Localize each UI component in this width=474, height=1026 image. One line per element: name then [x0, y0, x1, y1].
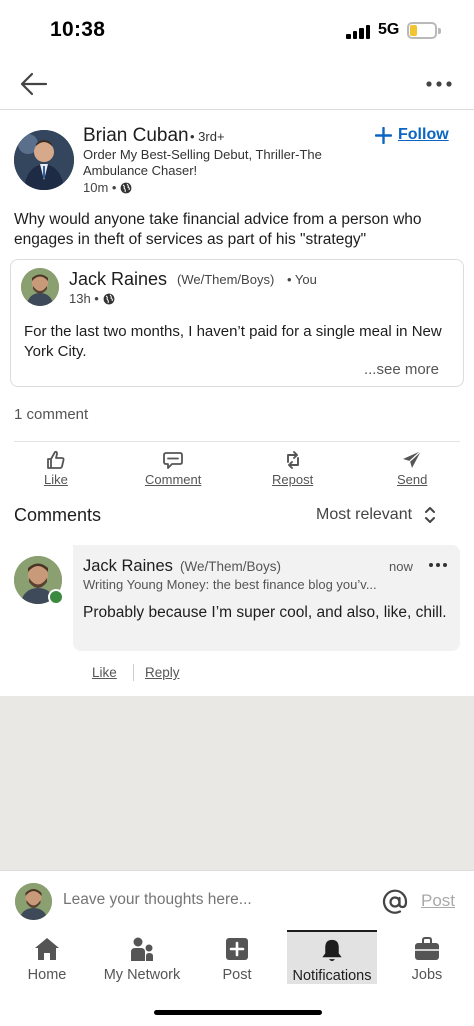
repost-action-label: Repost	[272, 472, 314, 487]
comment-action-button[interactable]: Comment	[145, 449, 201, 487]
tab-post[interactable]: Post	[207, 930, 267, 984]
plus-square-icon	[226, 938, 248, 960]
home-icon	[35, 938, 59, 960]
post-comment-button[interactable]: Post	[421, 891, 455, 911]
sort-dropdown[interactable]: Most relevant	[316, 505, 436, 525]
author-avatar[interactable]	[14, 130, 74, 190]
battery-icon	[407, 22, 441, 39]
divider	[14, 441, 460, 442]
tab-home-label: Home	[27, 967, 67, 983]
reshare-you-label: • You	[287, 272, 317, 287]
comment-time: now	[389, 559, 413, 574]
follow-label: Follow	[398, 126, 449, 143]
post-meta: 10m •	[83, 180, 132, 195]
globe-icon	[121, 182, 132, 193]
post-text: Why would anyone take financial advice f…	[14, 211, 422, 248]
home-indicator	[154, 1010, 322, 1015]
comment-composer: Post	[0, 870, 474, 930]
repost-action-button[interactable]: Repost	[272, 449, 313, 487]
send-action-button[interactable]: Send	[397, 449, 427, 487]
comment-reply-button[interactable]: Reply	[145, 665, 180, 680]
tab-home[interactable]: Home	[17, 930, 77, 984]
top-nav-bar	[0, 62, 474, 110]
see-more-link[interactable]: ...see more	[364, 361, 439, 378]
tab-post-label: Post	[222, 967, 252, 983]
commenter-headline: Writing Young Money: the best finance bl…	[83, 577, 377, 592]
tab-jobs-label: Jobs	[411, 967, 443, 983]
signal-icon	[346, 23, 372, 39]
reshared-post-card[interactable]: Jack Raines (We/Them/Boys) • You 13h • F…	[10, 259, 464, 387]
tab-my-network[interactable]: My Network	[97, 930, 187, 984]
connection-degree: • 3rd+	[190, 129, 225, 144]
sort-label: Most relevant	[316, 506, 413, 523]
globe-icon	[103, 293, 115, 304]
comment-icon	[163, 452, 184, 469]
briefcase-icon	[415, 937, 439, 960]
online-status-indicator	[48, 589, 64, 605]
reshare-text: For the last two months, I haven’t paid …	[24, 323, 442, 360]
like-action-label: Like	[44, 472, 68, 487]
commenter-name[interactable]: Jack Raines	[83, 557, 173, 576]
reshare-author-name[interactable]: Jack Raines	[69, 269, 167, 290]
reshare-author-pronouns: (We/Them/Boys)	[177, 272, 275, 287]
empty-area	[0, 696, 474, 870]
divider	[133, 664, 134, 681]
ellipsis-icon[interactable]	[424, 74, 454, 94]
send-icon	[403, 450, 422, 468]
send-action-label: Send	[397, 472, 428, 487]
plus-icon	[375, 126, 392, 144]
follow-button[interactable]: Follow	[375, 126, 449, 144]
reshare-time: 13h •	[69, 291, 99, 306]
commenter-pronouns: (We/Them/Boys)	[180, 559, 282, 574]
arrow-left-icon[interactable]	[18, 70, 50, 98]
comment-like-button[interactable]: Like	[92, 665, 117, 680]
author-name[interactable]: Brian Cuban	[83, 125, 189, 147]
comment-input[interactable]	[63, 891, 363, 909]
comment-bubble: Jack Raines (We/Them/Boys) now Writing Y…	[73, 545, 460, 651]
comment-text: Probably because I’m super cool, and als…	[83, 604, 447, 621]
bell-icon	[322, 939, 342, 962]
tab-my-network-label: My Network	[103, 967, 181, 983]
tab-jobs[interactable]: Jobs	[397, 930, 457, 984]
post-time: 10m •	[83, 180, 117, 195]
status-bar: 10:38 5G	[0, 0, 474, 62]
comment-more-icon[interactable]	[427, 559, 449, 571]
at-mention-icon[interactable]	[382, 889, 408, 915]
reshare-author-avatar[interactable]	[21, 268, 59, 306]
network-icon	[131, 937, 153, 961]
like-action-button[interactable]: Like	[44, 449, 68, 487]
comment-count[interactable]: 1 comment	[14, 406, 88, 423]
sort-chevrons-icon	[425, 507, 436, 523]
comments-title: Comments	[14, 505, 102, 525]
network-type: 5G	[378, 21, 400, 38]
author-headline: Order My Best-Selling Debut, Thriller-Th…	[83, 147, 322, 178]
tab-notifications[interactable]: Notifications	[287, 930, 377, 984]
status-time: 10:38	[50, 18, 106, 41]
repost-icon	[286, 451, 299, 469]
reshare-meta: 13h •	[69, 291, 115, 306]
comment-action-label: Comment	[145, 472, 202, 487]
thumbs-up-icon	[47, 450, 65, 469]
tab-notifications-label: Notifications	[292, 968, 372, 984]
my-avatar	[15, 883, 52, 920]
